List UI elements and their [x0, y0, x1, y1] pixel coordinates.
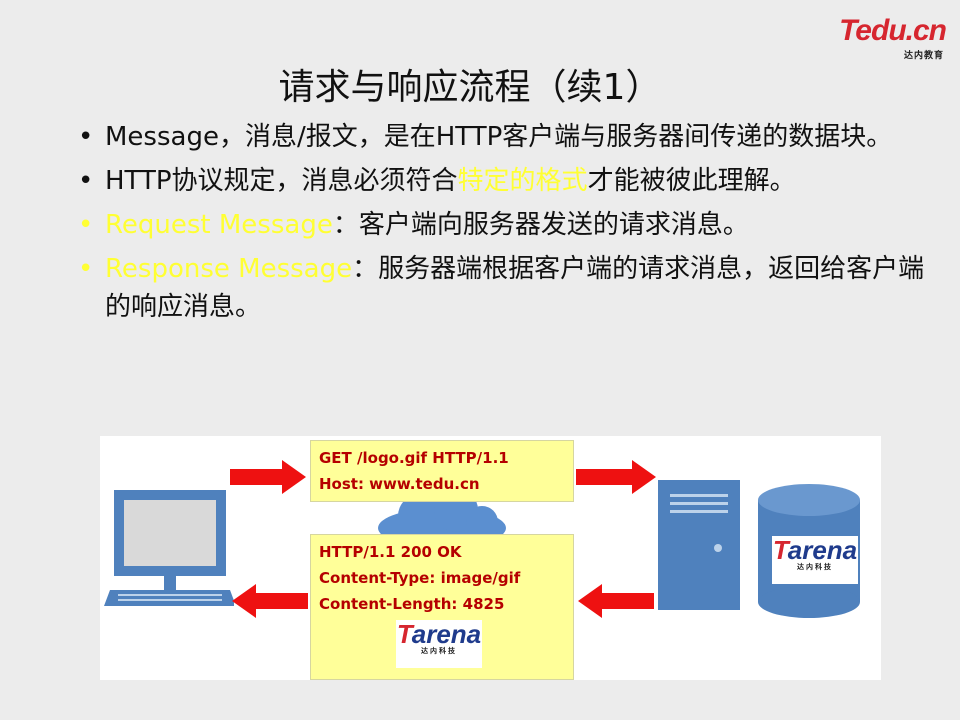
bullet-list: • Message，消息/报文，是在HTTP客户端与服务器间传递的数据块。 • HTT…: [78, 118, 948, 332]
bullet-text: 才能被彼此理解。: [587, 166, 796, 196]
bullet-dot-icon: •: [78, 166, 94, 196]
request-line-1: GET /logo.gif HTTP/1.1: [319, 449, 509, 467]
server-icon: [658, 480, 740, 610]
computer-icon: [104, 490, 234, 606]
tedu-logo-brand: Tedu.cn: [839, 14, 947, 47]
forward-request-arrow-icon: [576, 460, 656, 494]
request-message-box: GET /logo.gif HTTP/1.1 Host: www.tedu.cn: [310, 440, 574, 502]
response-line-3: Content-Length: 4825: [319, 595, 505, 613]
highlighted-text: Response Message: [105, 254, 353, 284]
slide-title: 请求与响应流程（续1）: [278, 67, 662, 108]
highlighted-text: 特定的格式: [457, 166, 588, 196]
bullet-dot-icon: •: [78, 122, 94, 152]
request-arrow-icon: [230, 460, 306, 494]
arena-logo-database: Tarena 达内科技: [772, 536, 858, 584]
http-flow-diagram: GET /logo.gif HTTP/1.1 Host: www.tedu.cn…: [100, 436, 881, 680]
bullet-item: • HTTP协议规定，消息必须符合特定的格式才能被彼此理解。: [78, 162, 948, 200]
tedu-logo: Tedu.cn 达内教育: [836, 14, 947, 62]
response-line-2: Content-Type: image/gif: [319, 569, 521, 587]
bullet-text: ：客户端向服务器发送的请求消息。: [332, 210, 749, 240]
response-line-1: HTTP/1.1 200 OK: [319, 543, 462, 561]
bullet-text: Message，消息/报文，是在HTTP客户端与服务器间传递的数据块。: [105, 122, 893, 152]
bullet-item: • Response Message：服务器端根据客户端的请求消息，返回给客户端的…: [78, 250, 948, 326]
bullet-text: HTTP协议规定，消息必须符合: [105, 166, 458, 196]
response-arrow-icon: [232, 584, 308, 618]
arena-logo-response: Tarena 达内科技: [396, 620, 482, 668]
tedu-logo-subtitle: 达内教育: [903, 51, 944, 61]
bullet-dot-icon: •: [78, 210, 94, 240]
bullet-item: • Message，消息/报文，是在HTTP客户端与服务器间传递的数据块。: [78, 118, 948, 156]
backward-response-arrow-icon: [578, 584, 654, 618]
request-line-2: Host: www.tedu.cn: [319, 475, 480, 493]
highlighted-text: Request Message: [105, 210, 333, 240]
bullet-dot-icon: •: [78, 254, 94, 284]
bullet-item: • Request Message：客户端向服务器发送的请求消息。: [78, 206, 948, 244]
